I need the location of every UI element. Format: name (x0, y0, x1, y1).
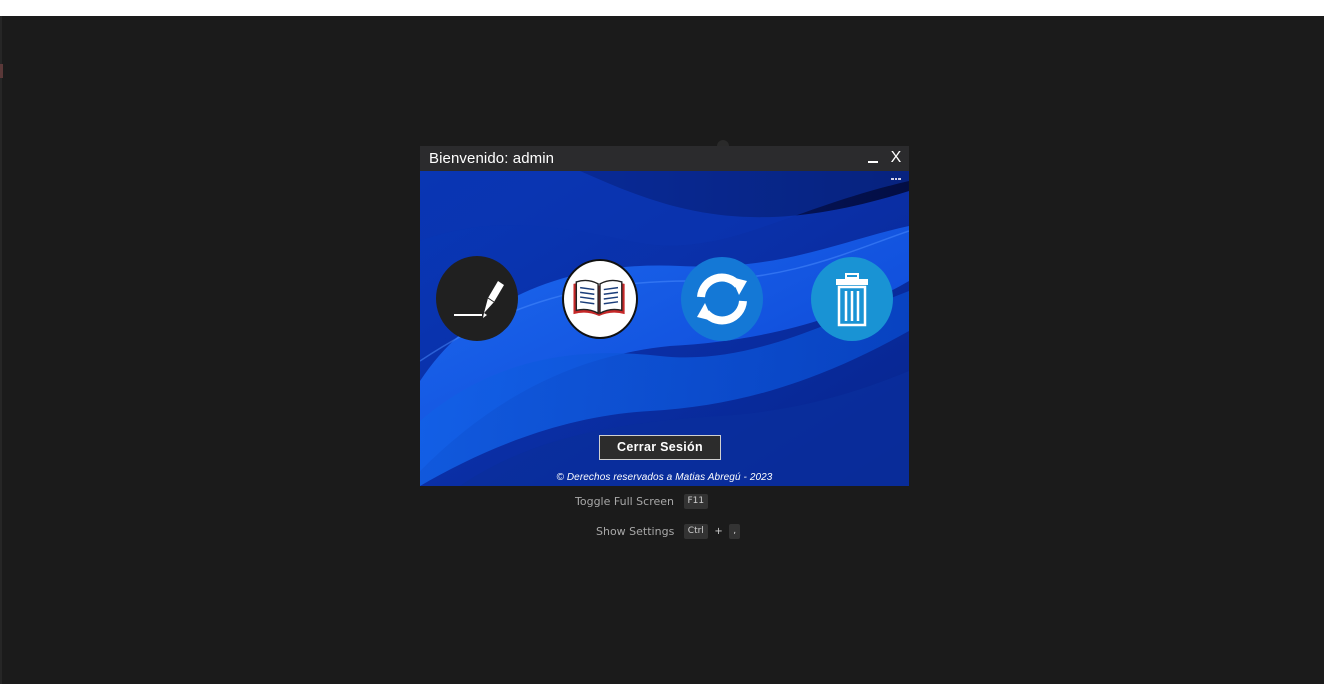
shortcut-toggle-fullscreen: Toggle Full Screen F11 (575, 494, 709, 509)
minimize-icon (868, 161, 878, 163)
shortcut-label: Toggle Full Screen (575, 495, 674, 508)
delete-button[interactable] (811, 257, 893, 341)
refresh-button[interactable] (681, 257, 763, 341)
shortcut-show-settings: Show Settings Ctrl + , (596, 524, 741, 539)
left-edge-border (0, 16, 2, 684)
left-edge-marker (0, 64, 3, 78)
edit-button[interactable] (436, 256, 518, 341)
trash-icon (836, 273, 868, 327)
title-bar[interactable]: Bienvenido: admin X (420, 146, 909, 171)
minimize-button[interactable] (864, 146, 882, 171)
logout-button[interactable]: Cerrar Sesión (599, 435, 721, 460)
shortcut-key: Ctrl (683, 524, 708, 539)
shortcut-key: F11 (683, 494, 709, 509)
book-icon (573, 279, 625, 317)
close-button[interactable]: X (888, 149, 904, 169)
pencil-icon (454, 281, 504, 318)
copyright-text: © Derechos reservados a Matias Abregú - … (556, 472, 773, 483)
shortcut-key: , (729, 524, 741, 539)
window-title: Bienvenido: admin (429, 150, 555, 167)
app-window: Bienvenido: admin X Cerrar Sesión © Dere… (420, 146, 909, 486)
refresh-icon (697, 273, 747, 325)
main-panel: Cerrar Sesión © Derechos reservados a Ma… (420, 171, 909, 486)
small-corner-icon (891, 178, 901, 180)
shortcut-plus: + (714, 526, 723, 537)
read-button[interactable] (562, 259, 638, 339)
shortcut-label: Show Settings (596, 525, 675, 538)
